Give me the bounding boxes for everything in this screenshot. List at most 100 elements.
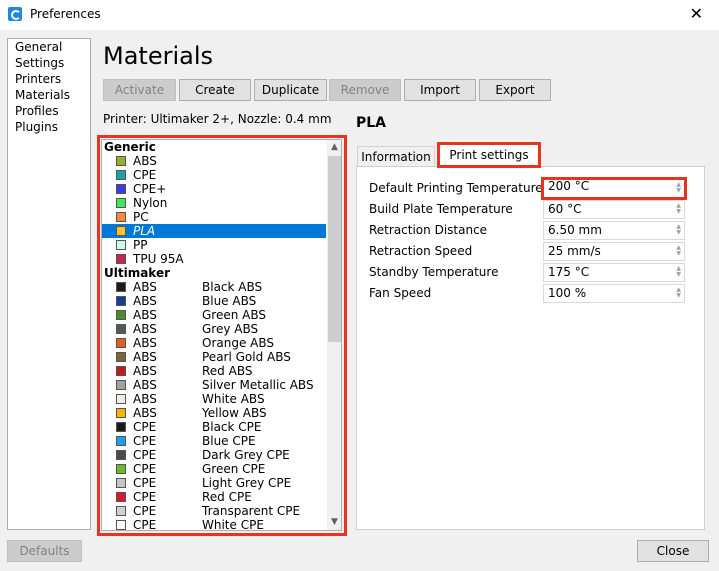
scrollbar-thumb[interactable] (328, 156, 341, 342)
material-name: Yellow ABS (202, 406, 267, 420)
material-name: Pearl Gold ABS (202, 350, 291, 364)
material-row[interactable]: CPE Transparent CPE (102, 504, 326, 518)
material-name: TPU 95A (133, 252, 184, 266)
material-row[interactable]: CPE (102, 168, 326, 182)
material-name: Dark Grey CPE (202, 448, 290, 462)
material-row[interactable]: CPE Red CPE (102, 490, 326, 504)
export-button[interactable]: Export (479, 79, 551, 101)
setting-label: Standby Temperature (369, 265, 499, 279)
setting-spinbox[interactable]: 6.50 mm ▲ ▼ (543, 221, 685, 240)
import-button[interactable]: Import (404, 79, 476, 101)
material-type: ABS (133, 336, 157, 350)
material-type: ABS (133, 294, 157, 308)
page-title: Materials (103, 42, 214, 70)
material-rows: Generic ABS CPE CPE+ Nylon PC PLA PP TPU 95A Ul… (102, 140, 326, 530)
setting-spinbox[interactable]: 175 °C ▲ ▼ (543, 263, 685, 282)
color-swatch (116, 366, 126, 376)
material-name: Nylon (133, 196, 168, 210)
nav-item-materials[interactable]: Materials (8, 87, 90, 103)
setting-spinbox[interactable]: 25 mm/s ▲ ▼ (543, 242, 685, 261)
material-row[interactable]: ABS Black ABS (102, 280, 326, 294)
nav-item-printers[interactable]: Printers (8, 71, 90, 87)
tab-print-settings[interactable]: Print settings (437, 142, 541, 168)
spin-arrows-icon[interactable]: ▲ ▼ (676, 287, 681, 299)
create-button[interactable]: Create (179, 79, 251, 101)
setting-value: 60 °C (548, 202, 582, 216)
scroll-down-icon[interactable]: ▼ (327, 515, 341, 530)
material-row[interactable]: PP (102, 238, 326, 252)
material-row[interactable]: CPE Light Grey CPE (102, 476, 326, 490)
material-row[interactable]: CPE Blue CPE (102, 434, 326, 448)
setting-spinbox[interactable]: 60 °C ▲ ▼ (543, 200, 685, 219)
spin-arrows-icon[interactable]: ▲ ▼ (676, 266, 681, 278)
preferences-nav: General Settings Printers Materials Prof… (7, 38, 91, 530)
material-row[interactable]: ABS White ABS (102, 392, 326, 406)
material-row[interactable]: CPE+ (102, 182, 326, 196)
material-row[interactable]: CPE Black CPE (102, 420, 326, 434)
setting-spinbox[interactable]: 100 % ▲ ▼ (543, 284, 685, 303)
material-row[interactable]: CPE Green CPE (102, 462, 326, 476)
material-row[interactable]: ABS Grey ABS (102, 322, 326, 336)
setting-value: 6.50 mm (548, 223, 602, 237)
material-row[interactable]: ABS Silver Metallic ABS (102, 378, 326, 392)
setting-value: 100 % (548, 286, 587, 300)
material-row[interactable]: TPU 95A (102, 252, 326, 266)
material-row[interactable]: PC (102, 210, 326, 224)
material-row[interactable]: ABS Orange ABS (102, 336, 326, 350)
setting-value: 25 mm/s (548, 244, 601, 258)
tab-information[interactable]: Information (357, 146, 435, 167)
setting-spinbox[interactable]: 200 °C ▲ ▼ (541, 177, 687, 200)
spin-arrows-icon[interactable]: ▲ ▼ (676, 203, 681, 215)
close-icon[interactable]: ✕ (690, 4, 703, 23)
material-row[interactable]: ABS Blue ABS (102, 294, 326, 308)
material-row[interactable]: Nylon (102, 196, 326, 210)
material-type: CPE (133, 448, 157, 462)
spin-arrows-icon[interactable]: ▲ ▼ (676, 224, 681, 236)
material-row[interactable]: ABS Yellow ABS (102, 406, 326, 420)
material-name-heading: PLA (356, 115, 387, 131)
close-button[interactable]: Close (637, 540, 709, 562)
material-name: Blue ABS (202, 294, 257, 308)
color-swatch (116, 380, 126, 390)
material-type: CPE (133, 462, 157, 476)
setting-label: Build Plate Temperature (369, 202, 513, 216)
nav-item-general[interactable]: General (8, 39, 90, 55)
material-row[interactable]: ABS Pearl Gold ABS (102, 350, 326, 364)
material-row[interactable]: PLA (102, 224, 326, 238)
color-swatch (116, 198, 126, 208)
material-row[interactable]: CPE White CPE (102, 518, 326, 530)
material-list: Generic ABS CPE CPE+ Nylon PC PLA PP TPU 95A Ul… (101, 139, 342, 531)
remove-button[interactable]: Remove (329, 79, 401, 101)
nav-item-settings[interactable]: Settings (8, 55, 90, 71)
material-row[interactable]: CPE Dark Grey CPE (102, 448, 326, 462)
color-swatch (116, 520, 126, 530)
defaults-button[interactable]: Defaults (7, 540, 82, 562)
color-swatch (116, 408, 126, 418)
material-list-scrollbar[interactable]: ▲ ▼ (327, 140, 341, 530)
setting-value: 175 °C (548, 265, 590, 279)
setting-label: Default Printing Temperature (369, 181, 543, 195)
setting-label: Fan Speed (369, 286, 432, 300)
material-row[interactable]: ABS (102, 154, 326, 168)
activate-button[interactable]: Activate (103, 79, 176, 101)
material-name: Red CPE (202, 490, 252, 504)
material-row[interactable]: ABS Red ABS (102, 364, 326, 378)
material-name: White ABS (202, 392, 265, 406)
color-swatch (116, 170, 126, 180)
material-type: ABS (133, 350, 157, 364)
material-name: Transparent CPE (202, 504, 301, 518)
duplicate-button[interactable]: Duplicate (254, 79, 327, 101)
material-name: Blue CPE (202, 434, 256, 448)
material-row[interactable]: ABS Green ABS (102, 308, 326, 322)
nav-item-profiles[interactable]: Profiles (8, 103, 90, 119)
material-name: PP (133, 238, 148, 252)
spin-arrows-icon[interactable]: ▲ ▼ (676, 182, 681, 194)
setting-value: 200 °C (548, 179, 590, 193)
color-swatch (116, 492, 126, 502)
scroll-up-icon[interactable]: ▲ (327, 140, 341, 155)
color-swatch (116, 310, 126, 320)
color-swatch (116, 296, 126, 306)
nav-item-plugins[interactable]: Plugins (8, 119, 90, 135)
spin-arrows-icon[interactable]: ▲ ▼ (676, 245, 681, 257)
color-swatch (116, 352, 126, 362)
